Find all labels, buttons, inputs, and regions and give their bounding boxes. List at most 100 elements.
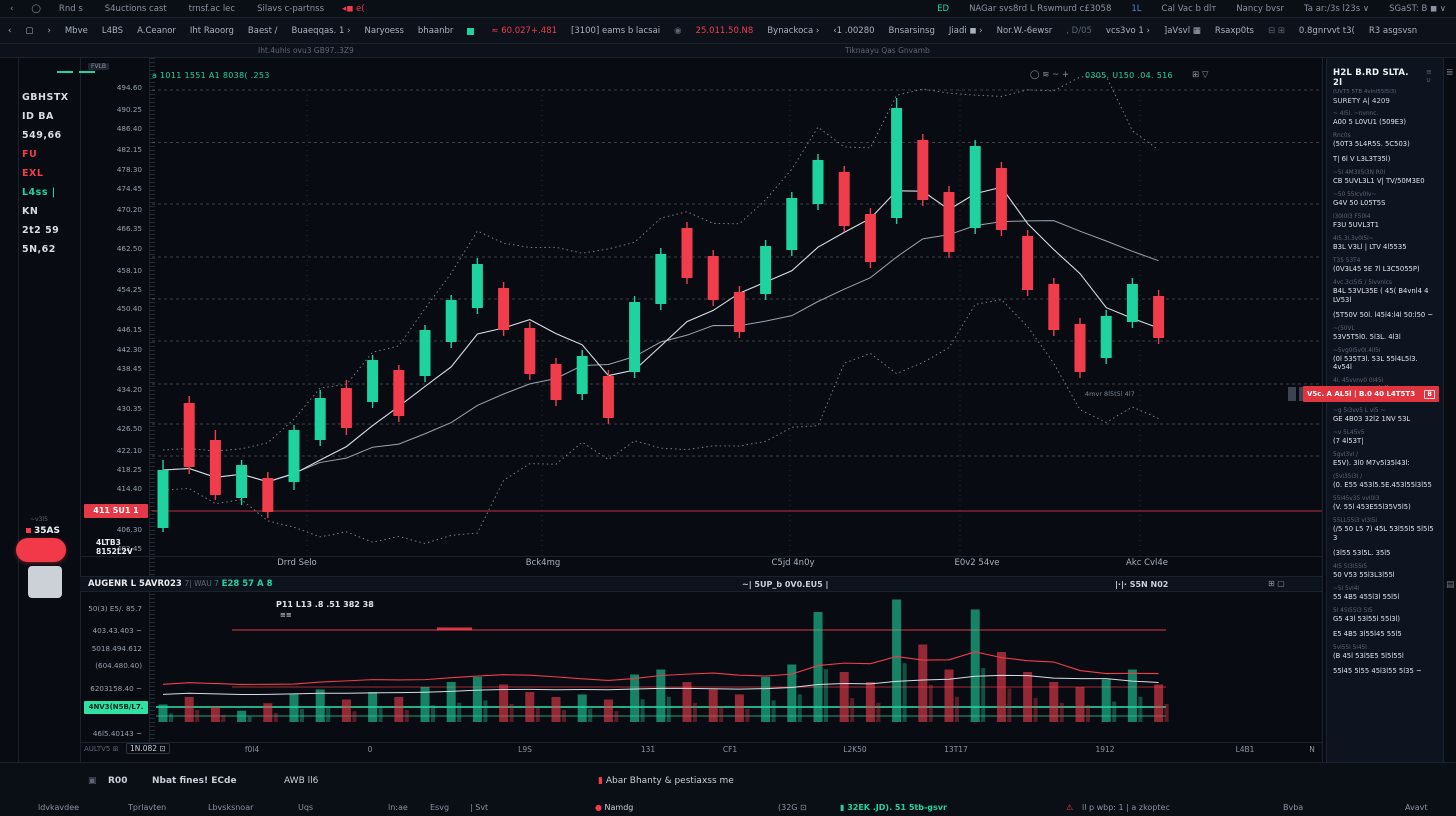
- toolbar-item[interactable]: 0.8gnrvvt t3(: [1299, 26, 1355, 36]
- home-icon[interactable]: ◯: [31, 4, 41, 14]
- chart-view-buttons[interactable]: ⊞ ▽: [1192, 70, 1208, 80]
- detail-row[interactable]: E5 4B5 3l55l45 55l5: [1333, 630, 1437, 639]
- statusbar-item[interactable]: Nbat fines! ECde: [152, 776, 237, 786]
- statusbar-item[interactable]: Bvba: [1283, 803, 1303, 812]
- toolbar-item[interactable]: Naryoess: [365, 26, 404, 36]
- statusbar-item[interactable]: ● Namdg: [595, 803, 633, 812]
- statusbar-item[interactable]: Esvg: [430, 803, 449, 812]
- toolbar-item[interactable]: Rsaxp0ts: [1215, 26, 1254, 36]
- statusbar-item[interactable]: ll p wbp: 1 | a zkoptec: [1082, 803, 1170, 812]
- detail-row[interactable]: T35 53T4(0V3L45 5E 7l L3C5055P): [1333, 258, 1437, 274]
- detail-row[interactable]: (5vl35l3l /(0. E55 453l5.5E.453l55l3l55: [1333, 474, 1437, 490]
- layout-icon[interactable]: ▤: [1446, 580, 1455, 590]
- statusbar-item[interactable]: ldvkavdee: [38, 803, 79, 812]
- watchlist-item[interactable]: L4ss |: [22, 187, 56, 198]
- menu-item[interactable]: NAGar svs8rd L Rswmurd c£3058: [969, 4, 1111, 14]
- detail-row[interactable]: ~5vg0l5v0l.4ll5l(0l 535T3l. 53L 55l4L5l3…: [1333, 348, 1437, 372]
- toolbar-item[interactable]: ◉: [674, 26, 681, 36]
- toolbar-item[interactable]: ‹: [8, 26, 11, 36]
- detail-row[interactable]: ~v 5L45v5(7 4l53T|: [1333, 430, 1437, 446]
- detail-row[interactable]: 55LL55l3 vl3l5l(/5 50 L5 7) 45L 53l55l5 …: [1333, 518, 1437, 542]
- toolbar-item[interactable]: Bynackoca ›: [767, 26, 819, 36]
- statusbar-item[interactable]: Lbvsksnoar: [208, 803, 253, 812]
- detail-row[interactable]: T| 6l V L3L3T35l): [1333, 155, 1437, 164]
- detail-row[interactable]: 5vl55l 5l45l(B 45l 53l5E5 5l5l55l: [1333, 645, 1437, 661]
- toolbar-item[interactable]: ]aVsvl ▦: [1164, 26, 1201, 36]
- panel-menu-icon[interactable]: ≡ ∪: [1426, 68, 1439, 84]
- toolbar-item[interactable]: , D/05: [1066, 26, 1092, 36]
- detail-row[interactable]: ~5l 4M3ll5l3N R0lCB 5UVL3L1 V| TV/50M3E0: [1333, 170, 1437, 186]
- toolbar-item[interactable]: A.Ceanor: [137, 26, 176, 36]
- statusbar-item[interactable]: Tprlavten: [128, 803, 166, 812]
- detail-row[interactable]: (5T50V 50l. l45l4:l4l 50:l50 ~: [1333, 311, 1437, 320]
- symbol-tag[interactable]: FVLB: [88, 63, 109, 70]
- detail-row[interactable]: 4l5.3l.3v0l5l~B3L V3Ll | LTV 4l5535: [1333, 236, 1437, 252]
- toolbar-item[interactable]: Nor.W.-6ewsr: [997, 26, 1053, 36]
- divider-buttons[interactable]: ⊞ ▢: [1268, 579, 1285, 588]
- toolbar-item[interactable]: L4BS: [102, 26, 123, 36]
- mini-popover[interactable]: [28, 566, 62, 598]
- watchlist-item[interactable]: EXL: [22, 168, 43, 179]
- detail-row[interactable]: ~(50VL53V5T5l0. 5l3L. 4l3l: [1333, 326, 1437, 342]
- detail-row[interactable]: ~g 5l3vv5 L vl5 ~GE 4B03 32l2 1NV 53L: [1333, 408, 1437, 424]
- menu-item[interactable]: SGaST: B ◼ ∨: [1389, 4, 1446, 14]
- detail-row[interactable]: ~50 55lcv0lv~G4V 50 L05T5S: [1333, 192, 1437, 208]
- menu-item[interactable]: Ta ar:/3s l23s ∨: [1304, 4, 1369, 14]
- chart-controls[interactable]: ◯ ≋ ~ +: [1030, 70, 1069, 80]
- toolbar-item[interactable]: Jiadi ◼ ›: [949, 26, 983, 36]
- detail-row[interactable]: Rnc0s(50T3 5L4R5S. 5C503): [1333, 133, 1437, 149]
- watchlist-item[interactable]: 549,66: [22, 130, 62, 141]
- toolbar-item[interactable]: ≈ 60.027+.481: [491, 26, 557, 36]
- toolbar-item[interactable]: bhaanbr: [418, 26, 453, 36]
- detail-row[interactable]: 5l 45l55l3 5l5G5 43l 53l55l 55l3l): [1333, 608, 1437, 624]
- back-icon[interactable]: ‹: [10, 4, 13, 14]
- detail-row[interactable]: ~5l 5vl4l55 4B5 455l3l 55l5l: [1333, 586, 1437, 602]
- toolbar-item[interactable]: ›: [47, 26, 50, 36]
- statusbar-item[interactable]: R00: [108, 776, 127, 786]
- statusbar-alert[interactable]: ▮ Abar Bhanty & pestiaxss me: [598, 776, 734, 786]
- menu-item[interactable]: 1L: [1131, 4, 1141, 14]
- statusbar-item[interactable]: ⚠: [1066, 803, 1073, 812]
- toolbar-item[interactable]: vcs3vo 1 ›: [1106, 26, 1150, 36]
- detail-row[interactable]: 55l45v35 vvl0l3(V. 55l 453E55l35V5l5): [1333, 496, 1437, 512]
- toolbar-item[interactable]: ⊟ ⊞: [1268, 26, 1285, 36]
- toolbar-item[interactable]: Mbve: [65, 26, 88, 36]
- toolbar-item[interactable]: ▢: [25, 26, 33, 36]
- toolbar-item[interactable]: ‹1 .00280: [833, 26, 874, 36]
- statusbar-item[interactable]: Uqs: [298, 803, 313, 812]
- watchlist-item[interactable]: KN: [22, 206, 38, 217]
- toolbar-item[interactable]: Bnsarsinsg: [889, 26, 935, 36]
- toolbar-item[interactable]: [3100] eams b lacsai: [571, 26, 660, 36]
- menu-item[interactable]: S4uctions cast: [105, 4, 167, 14]
- menu-item[interactable]: Silavs c-partnss: [257, 4, 324, 14]
- toolbar-item[interactable]: Buaeqqas. 1 ›: [292, 26, 351, 36]
- watchlist-item[interactable]: ID BA: [22, 111, 54, 122]
- sell-button[interactable]: [16, 538, 66, 562]
- watchlist-item[interactable]: GBHSTX: [22, 92, 69, 103]
- detail-row[interactable]: ~ 4l5l. ~nvnnc.A00 5 L0VU1 (509E3): [1333, 111, 1437, 127]
- collapse-panel-icon[interactable]: ≣: [1446, 68, 1454, 78]
- toolbar-item[interactable]: Baest /: [248, 26, 278, 36]
- menu-item[interactable]: Cal Vac b dlт: [1162, 4, 1217, 14]
- axis-zoom-label[interactable]: 1N.082 ⊡: [126, 743, 170, 754]
- menu-item[interactable]: ED: [937, 4, 949, 14]
- watchlist-item[interactable]: 2t2 59: [22, 225, 59, 236]
- statusbar-item[interactable]: ln:ae: [388, 803, 408, 812]
- statusbar-item[interactable]: | Svt: [470, 803, 488, 812]
- detail-row[interactable]: 4l5 5l3l55l550 V53 55l3L3l55l: [1333, 564, 1437, 580]
- watchlist-item[interactable]: FU: [22, 149, 37, 160]
- detail-row[interactable]: 4vc.3cl5l5 / 5lvvnlcsB4L 53VL35E ( 45( B…: [1333, 280, 1437, 304]
- detail-row[interactable]: (3l55 53l5L. 35l5: [1333, 549, 1437, 558]
- statusbar-item[interactable]: (32G ⊡: [778, 803, 807, 812]
- statusbar-item[interactable]: Avavt: [1405, 803, 1428, 812]
- menu-item[interactable]: Nancy bvsr: [1236, 4, 1284, 14]
- menu-item[interactable]: Rnd s: [59, 4, 83, 14]
- detail-row[interactable]: 5gvl3vl /E5V). 3l0 M7v5l35l43l:: [1333, 452, 1437, 468]
- menu-item[interactable]: trnsf.ac lec: [189, 4, 235, 14]
- statusbar-item[interactable]: ▣: [88, 776, 97, 786]
- toolbar-item[interactable]: Iht Raoorg: [190, 26, 234, 36]
- toolbar-item[interactable]: 25.011.50.N8: [696, 26, 754, 36]
- detail-row[interactable]: l30l0l3 F50l4F3U 5UVL3T1: [1333, 214, 1437, 230]
- detail-row[interactable]: 55l45 5l55 45l3l55 5l35 ~: [1333, 667, 1437, 676]
- statusbar-item[interactable]: AWB ll6: [284, 776, 318, 786]
